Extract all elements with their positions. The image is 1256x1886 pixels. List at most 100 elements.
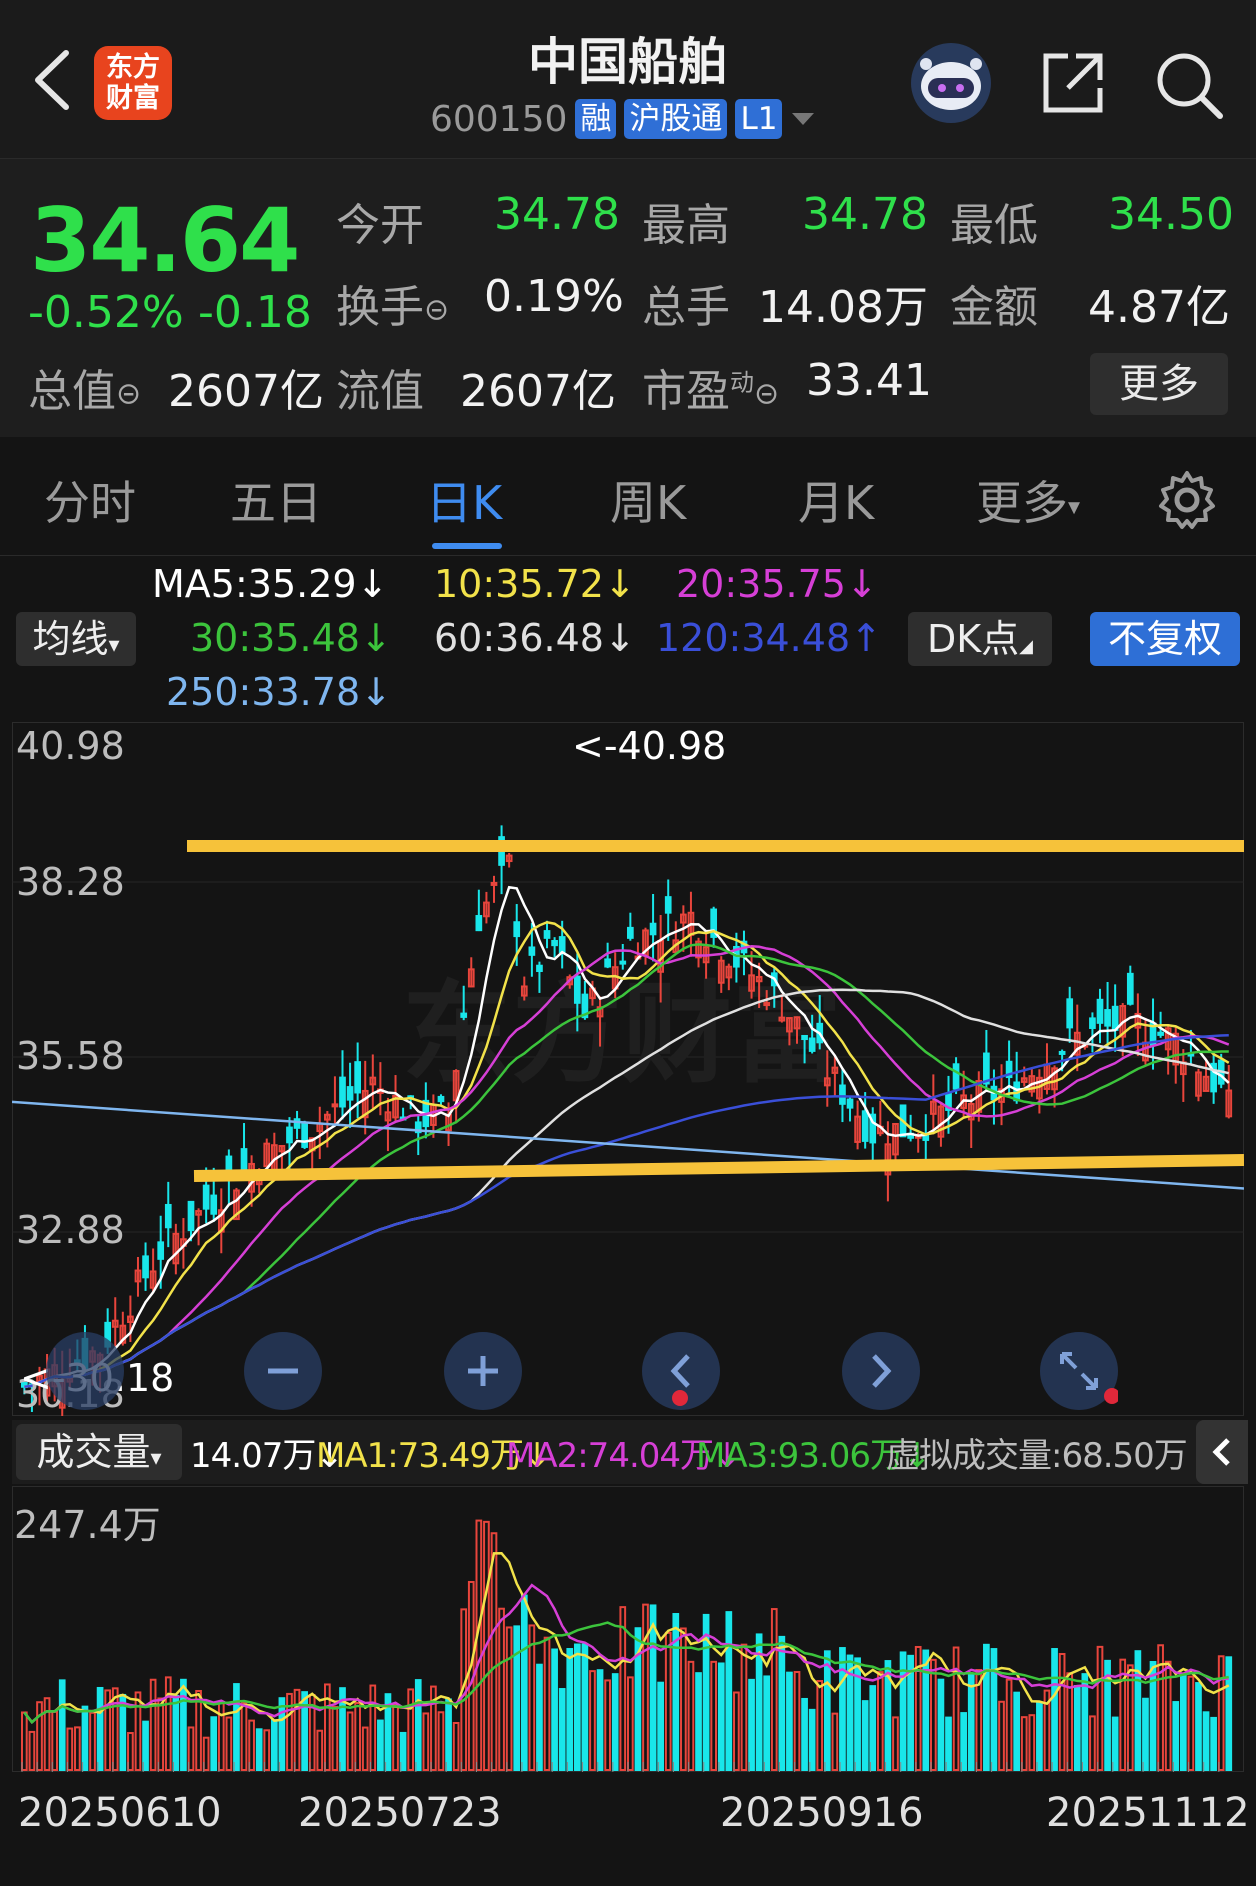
volume-bar: [233, 1683, 240, 1771]
volume-bar: [657, 1681, 664, 1771]
candlestick-chart[interactable]: 东方财富: [12, 722, 1244, 1416]
volume-bar: [1142, 1697, 1149, 1771]
info-icon: ⊝: [754, 376, 780, 412]
candle: [952, 1063, 960, 1090]
volume-bar: [861, 1700, 869, 1771]
stock-code-row[interactable]: 600150 融 沪股通 L1: [430, 96, 816, 142]
tab-more[interactable]: 更多▾: [976, 467, 1080, 533]
volume-bar: [1179, 1673, 1187, 1771]
volume-bar: [945, 1716, 952, 1772]
candle: [187, 1200, 195, 1232]
volume-bar: [558, 1688, 566, 1771]
ma-selector[interactable]: 均线▾: [16, 612, 136, 666]
volume-bar: [1210, 1716, 1217, 1772]
plus-icon: [468, 1356, 498, 1386]
low-value: 34.50: [1108, 189, 1234, 240]
y-label-2: 38.28: [16, 860, 125, 904]
candle: [339, 1076, 346, 1108]
volume-bar: [960, 1712, 967, 1771]
candle: [1157, 1031, 1164, 1036]
volume-bar: [536, 1663, 543, 1771]
volume-bar: [869, 1685, 877, 1771]
tab-five-day[interactable]: 五日: [230, 467, 322, 533]
volume-bar: [1036, 1701, 1043, 1772]
volume-bar: [142, 1720, 149, 1771]
change-percent: -0.52%: [28, 287, 184, 338]
robot-assistant-icon[interactable]: [910, 42, 992, 124]
corner-icon: ◢: [1019, 636, 1034, 657]
date-label-1: 20250610: [18, 1790, 222, 1836]
dk-point-button[interactable]: DK点◢: [908, 612, 1052, 666]
fullscreen-button[interactable]: [1040, 1332, 1120, 1410]
volume-bar: [445, 1698, 452, 1771]
ma60-value: 60:36.48↓: [434, 616, 636, 660]
next-candle-button[interactable]: [842, 1332, 920, 1410]
info-icon: ⊝: [424, 292, 450, 328]
volume-bar: [990, 1648, 998, 1772]
chevron-right-icon: [872, 1354, 892, 1388]
float-cap-value: 2607亿: [460, 366, 616, 417]
volume-bar: [270, 1719, 278, 1772]
candle: [664, 896, 672, 914]
volume-bar: [581, 1643, 589, 1771]
volume-value: 14.08万: [758, 282, 928, 333]
turnover-label[interactable]: 换手⊝: [336, 271, 449, 335]
collapse-panel-button[interactable]: [1196, 1420, 1248, 1484]
volume-bar: [1134, 1650, 1142, 1771]
candle: [528, 946, 536, 956]
adjust-mode-button[interactable]: 不复权: [1090, 612, 1240, 666]
candle: [437, 1095, 445, 1103]
period-tabs: 分时 五日 日K 周K 月K 更多▾: [0, 437, 1256, 556]
candle: [475, 915, 483, 932]
share-icon[interactable]: [1038, 48, 1108, 118]
zoom-in-button[interactable]: [444, 1332, 522, 1410]
prev-candle-button[interactable]: [642, 1332, 720, 1410]
ma5-value: MA5:35.29↓: [152, 562, 389, 606]
move-left-control[interactable]: [46, 1332, 124, 1410]
chevron-left-icon: [670, 1354, 690, 1406]
pe-dynamic-mark: 动: [730, 368, 754, 397]
indicator-selector[interactable]: 成交量▾: [16, 1424, 182, 1480]
volume-bar: [1013, 1691, 1021, 1771]
watermark: 东方财富: [402, 970, 842, 1098]
chevron-left-icon: [1212, 1438, 1230, 1466]
more-quote-button[interactable]: 更多: [1090, 353, 1228, 415]
candle: [604, 958, 611, 968]
candle: [490, 881, 498, 886]
candle: [1126, 972, 1134, 1005]
market-cap-label[interactable]: 总值⊝: [28, 355, 141, 419]
volume-bar: [778, 1635, 786, 1771]
volume-bar: [81, 1705, 89, 1772]
candle: [346, 1086, 354, 1101]
ma120-value: 120:34.48↑: [656, 616, 882, 660]
tab-weekly-k[interactable]: 周K: [610, 467, 686, 533]
open-label: 今开: [336, 200, 424, 251]
volume-bar: [399, 1731, 407, 1771]
candle: [331, 1103, 339, 1108]
tab-intraday[interactable]: 分时: [44, 467, 136, 533]
search-icon[interactable]: [1152, 48, 1224, 120]
tab-daily-k[interactable]: 日K: [426, 467, 502, 533]
volume-bar: [566, 1648, 574, 1771]
volume-bar: [520, 1594, 528, 1771]
volume-chart[interactable]: [12, 1486, 1244, 1772]
volume-bar: [695, 1672, 702, 1771]
volume-bar: [596, 1669, 604, 1771]
stock-code: 600150: [430, 98, 568, 140]
candle: [922, 1135, 930, 1141]
volume-bar: [172, 1694, 180, 1771]
info-icon: ⊝: [116, 376, 142, 412]
volume-bar: [937, 1678, 945, 1771]
virtual-volume: 虚拟成交量:68.50万: [886, 1436, 1188, 1476]
pe-label[interactable]: 市盈动⊝: [642, 355, 779, 419]
volume-bar: [725, 1611, 733, 1771]
zoom-out-button[interactable]: [244, 1332, 322, 1410]
tab-monthly-k[interactable]: 月K: [798, 467, 874, 533]
high-value: 34.78: [802, 189, 928, 240]
settings-gear-icon[interactable]: [1156, 469, 1218, 531]
volume-bar: [513, 1625, 521, 1771]
candle: [513, 921, 521, 938]
amount-value: 4.87亿: [1088, 282, 1230, 333]
volume-bar: [210, 1716, 218, 1772]
candle: [142, 1255, 149, 1279]
